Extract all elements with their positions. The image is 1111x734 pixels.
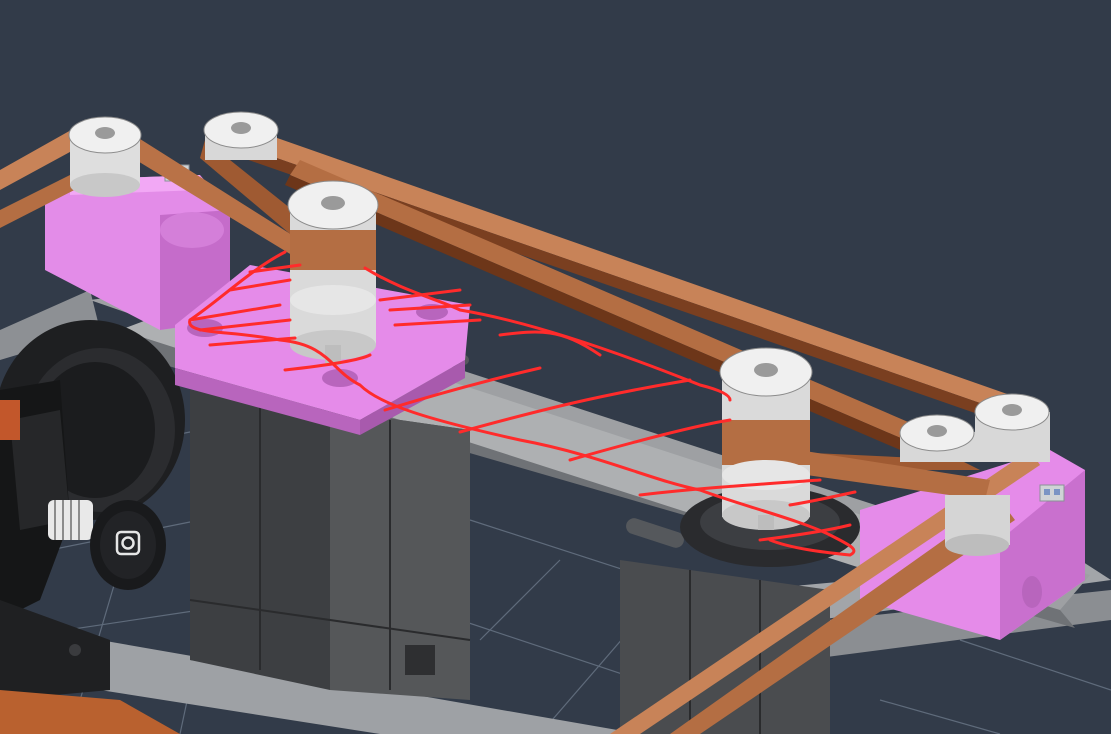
- cad-viewport[interactable]: [0, 0, 1111, 734]
- drive-pulley-left: [287, 180, 379, 365]
- idler-pulley-top-center: [203, 111, 279, 160]
- model-canvas[interactable]: [0, 0, 1111, 734]
- joint-marker-icon[interactable]: [1039, 484, 1065, 502]
- idler-pulley-right-front: [899, 414, 975, 462]
- idler-pulley-right-lower: [945, 495, 1010, 556]
- thumb-screw[interactable]: [48, 500, 166, 590]
- idler-pulley-top-left: [68, 116, 142, 197]
- idler-pulley-right-back: [974, 393, 1050, 462]
- stepper-motor-left: [189, 390, 471, 700]
